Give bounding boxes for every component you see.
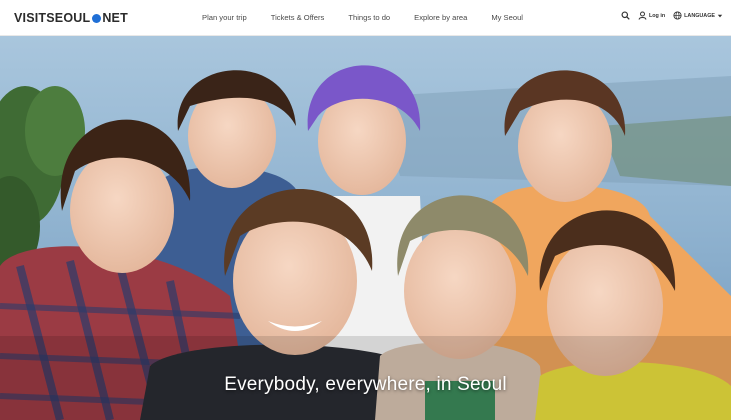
hero-photo (0, 36, 731, 420)
search-button[interactable] (621, 11, 630, 20)
login-label: Log in (648, 12, 666, 19)
nav-my-seoul[interactable]: My Seoul (491, 13, 523, 22)
page: VISITSEOUL NET Plan your trip Tickets & … (0, 0, 731, 420)
nav-things-to-do[interactable]: Things to do (348, 13, 390, 22)
nav-tickets-offers[interactable]: Tickets & Offers (271, 13, 325, 22)
site-logo[interactable]: VISITSEOUL NET (14, 11, 128, 25)
header-utilities: Log in LANGUAGE (613, 11, 723, 20)
language-selector[interactable]: LANGUAGE (673, 11, 723, 20)
hero-banner[interactable]: Everybody, everywhere, in Seoul (0, 36, 731, 420)
logo-text-left: VISITSEOUL (14, 11, 91, 25)
hero-tagline: Everybody, everywhere, in Seoul (224, 374, 507, 395)
globe-icon (673, 11, 682, 20)
nav-plan-your-trip[interactable]: Plan your trip (202, 13, 247, 22)
nav-explore-by-area[interactable]: Explore by area (414, 13, 467, 22)
user-icon (638, 11, 647, 20)
main-nav: Plan your trip Tickets & Offers Things t… (202, 13, 547, 22)
login-button[interactable]: Log in (638, 11, 665, 20)
language-label: LANGUAGE (684, 12, 715, 19)
site-header: VISITSEOUL NET Plan your trip Tickets & … (0, 0, 731, 36)
caret-down-icon (717, 14, 723, 17)
search-icon (621, 11, 630, 20)
logo-dot-icon (92, 13, 102, 23)
logo-text-right: NET (102, 11, 128, 25)
